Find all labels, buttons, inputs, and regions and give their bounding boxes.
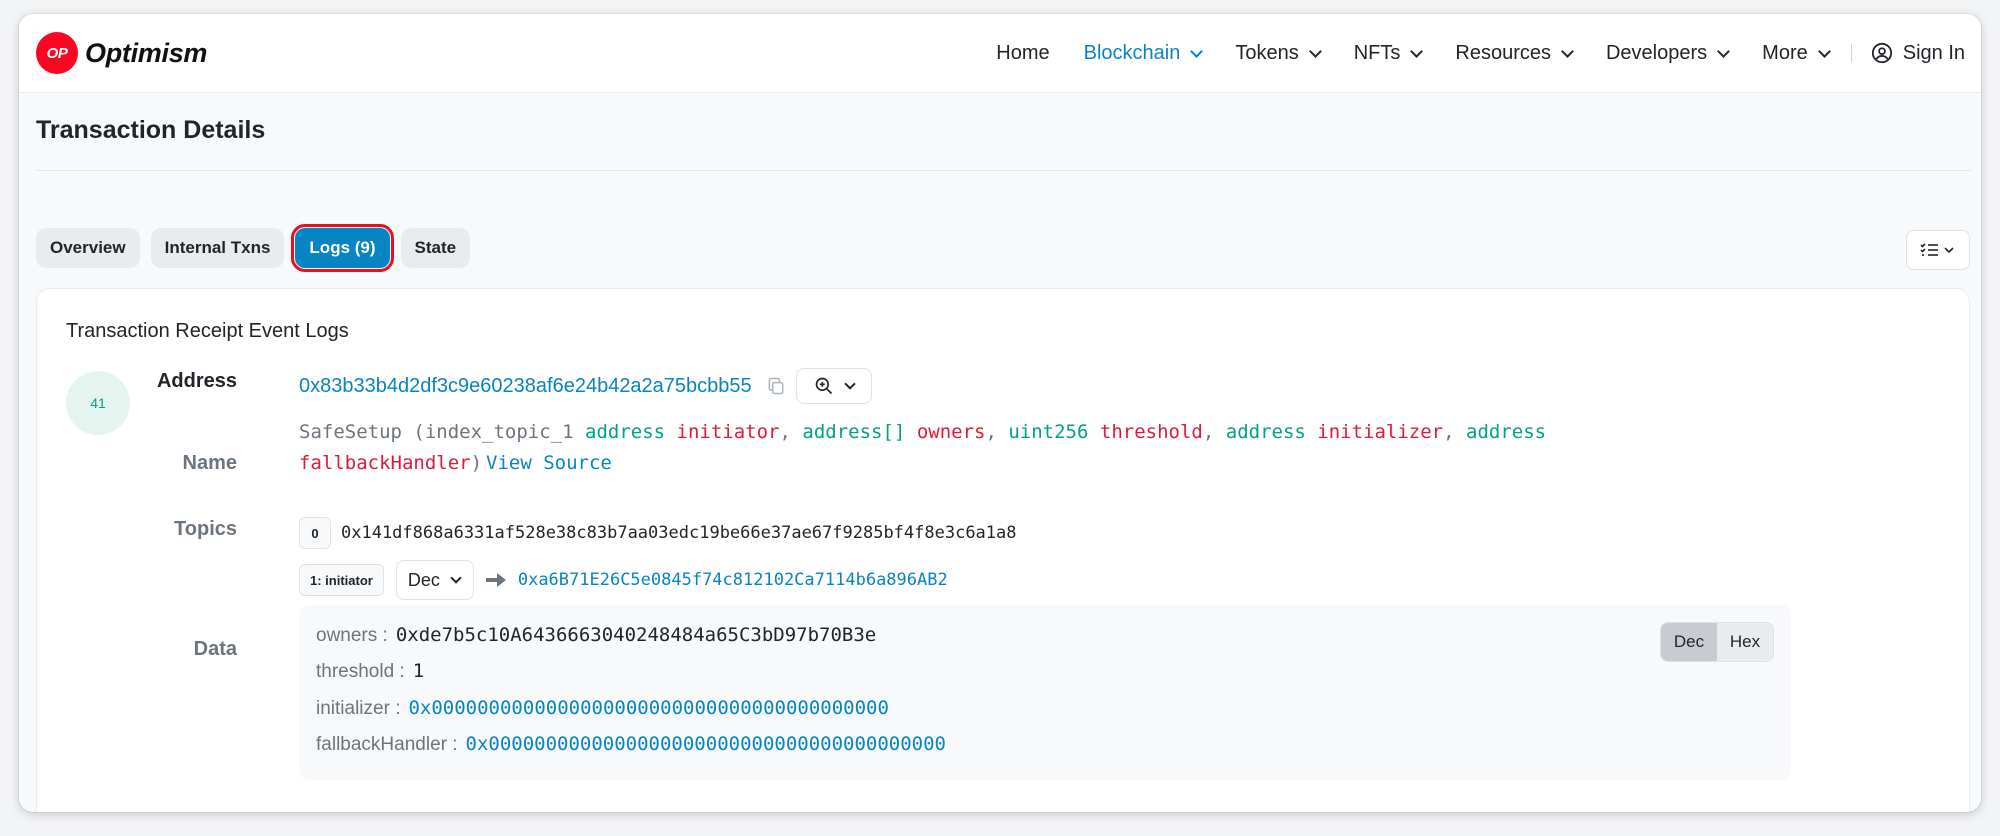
nav-developers-label: Developers [1605,41,1708,64]
data-format-toggle: Dec Hex [1660,622,1774,662]
param-type: address [1225,421,1306,443]
tab-internal-txns[interactable]: Internal Txns [150,228,285,268]
user-circle-icon [1871,42,1892,64]
topic-index-badge: 1: initiator [299,564,384,596]
view-options-button[interactable] [1906,230,1970,270]
param-name: initiator [676,421,780,443]
param-type: address [585,421,666,443]
topic-row-1: 1: initiator Dec 0xa6B71E26C5e0845f74c81… [299,560,948,600]
address-row: 0x83b33b4d2df3c9e60238af6e24b42a2a75bcbb… [299,368,872,404]
data-key: owners : [316,625,388,646]
nav-resources-label: Resources [1455,41,1551,64]
index-topic-label: index_topic_1 [424,421,574,443]
data-row: initializer : 0x000000000000000000000000… [316,697,889,720]
topic-value: 0x141df868a6331af528e38c83b7aa03edc19be6… [341,523,1017,543]
chevron-down-icon [1410,44,1424,58]
nav-developers[interactable]: Developers [1605,41,1731,65]
tab-logs[interactable]: Logs (9) [291,224,394,272]
param-type: uint256 [1008,421,1089,443]
site-header: OP Optimism Home Blockchain Tokens NFTs … [19,14,1981,93]
chevron-down-icon [1190,44,1204,58]
data-row: owners : 0xde7b5c10A6436663040248484a65C… [316,624,876,647]
topic-row-0: 0 0x141df868a6331af528e38c83b7aa03edc19b… [299,517,1017,549]
data-value-link[interactable]: 0x00000000000000000000000000000000000000… [466,733,946,755]
data-value: 0xde7b5c10A6436663040248484a65C3bD97b70B… [395,624,877,646]
topic-format-value: Dec [407,569,440,590]
chevron-down-icon [1717,44,1731,58]
hex-button[interactable]: Hex [1717,623,1773,661]
data-key: initializer : [316,698,401,719]
event-function-name: SafeSetup [299,421,402,443]
tab-state[interactable]: State [400,228,471,268]
nav-nfts[interactable]: NFTs [1353,41,1424,65]
address-link[interactable]: 0x83b33b4d2df3c9e60238af6e24b42a2a75bcbb… [299,375,752,398]
param-type: address [1466,421,1547,443]
nav-resources[interactable]: Resources [1455,41,1574,65]
data-key: threshold : [316,661,405,682]
browser-window: OP Optimism Home Blockchain Tokens NFTs … [19,14,1981,812]
nav-more[interactable]: More [1762,41,1831,65]
zoom-in-icon [815,377,832,395]
topic-format-select[interactable]: Dec [395,560,474,600]
data-key: fallbackHandler : [316,734,458,755]
signature-close-paren: ) [470,452,483,474]
param-name: threshold [1099,421,1203,443]
copy-icon[interactable] [766,376,786,396]
data-box: owners : 0xde7b5c10A6436663040248484a65C… [299,605,1791,780]
chevron-down-icon [844,378,856,390]
topic-index-badge: 0 [299,517,331,549]
chevron-down-icon [1561,44,1574,58]
arrow-right-icon [485,573,506,587]
event-logs-card: Transaction Receipt Event Logs 41 Addres… [36,288,1970,812]
param-type: address[] [802,421,906,443]
title-divider [36,170,1971,171]
list-check-icon [1920,243,1954,256]
topic-address-link[interactable]: 0xa6B71E26C5e0845f74c812102Ca7114b6a896A… [518,570,948,590]
nav-blockchain[interactable]: Blockchain [1083,41,1204,65]
topics-label: Topics [174,518,237,540]
data-label: Data [193,638,237,660]
tab-bar: Overview Internal Txns Logs (9) State [36,224,481,272]
data-value-link[interactable]: 0x00000000000000000000000000000000000000… [408,697,888,719]
optimism-logo[interactable]: OP Optimism [36,32,207,74]
nav-more-label: More [1762,41,1808,64]
nav-blockchain-label: Blockchain [1083,41,1181,64]
logo-text: Optimism [85,37,208,68]
param-name: fallbackHandler [299,452,471,474]
signature-open-paren: ( [401,421,425,443]
address-zoom-button[interactable] [795,368,872,404]
dec-button[interactable]: Dec [1661,623,1717,661]
param-name: owners [916,421,986,443]
name-label: Name [182,452,237,474]
address-label: Address [156,370,237,392]
nav-home[interactable]: Home [996,42,1049,65]
data-row: fallbackHandler : 0x00000000000000000000… [316,733,946,756]
page-title: Transaction Details [36,116,266,144]
logo-badge-icon: OP [36,32,78,74]
event-signature: SafeSetup (index_topic_1 address initiat… [299,421,1547,474]
param-name: initializer [1317,421,1444,443]
chevron-down-icon [1308,44,1322,58]
tab-overview[interactable]: Overview [36,228,140,268]
nav-home-label: Home [996,41,1050,64]
data-row: threshold : 1 [316,660,424,683]
nav-divider [1850,44,1852,62]
view-source-link[interactable]: View Source [486,452,612,474]
sign-in-label: Sign In [1902,41,1965,64]
card-title: Transaction Receipt Event Logs [66,320,349,342]
nav-tokens-label: Tokens [1235,41,1299,64]
main-nav: Home Blockchain Tokens NFTs Resources De… [962,42,1965,65]
chevron-down-icon [1817,44,1831,58]
nav-tokens[interactable]: Tokens [1235,41,1322,65]
chevron-down-icon [450,572,462,584]
sign-in-link[interactable]: Sign In [1871,42,1965,65]
data-value: 1 [412,660,425,682]
nav-nfts-label: NFTs [1353,41,1401,64]
